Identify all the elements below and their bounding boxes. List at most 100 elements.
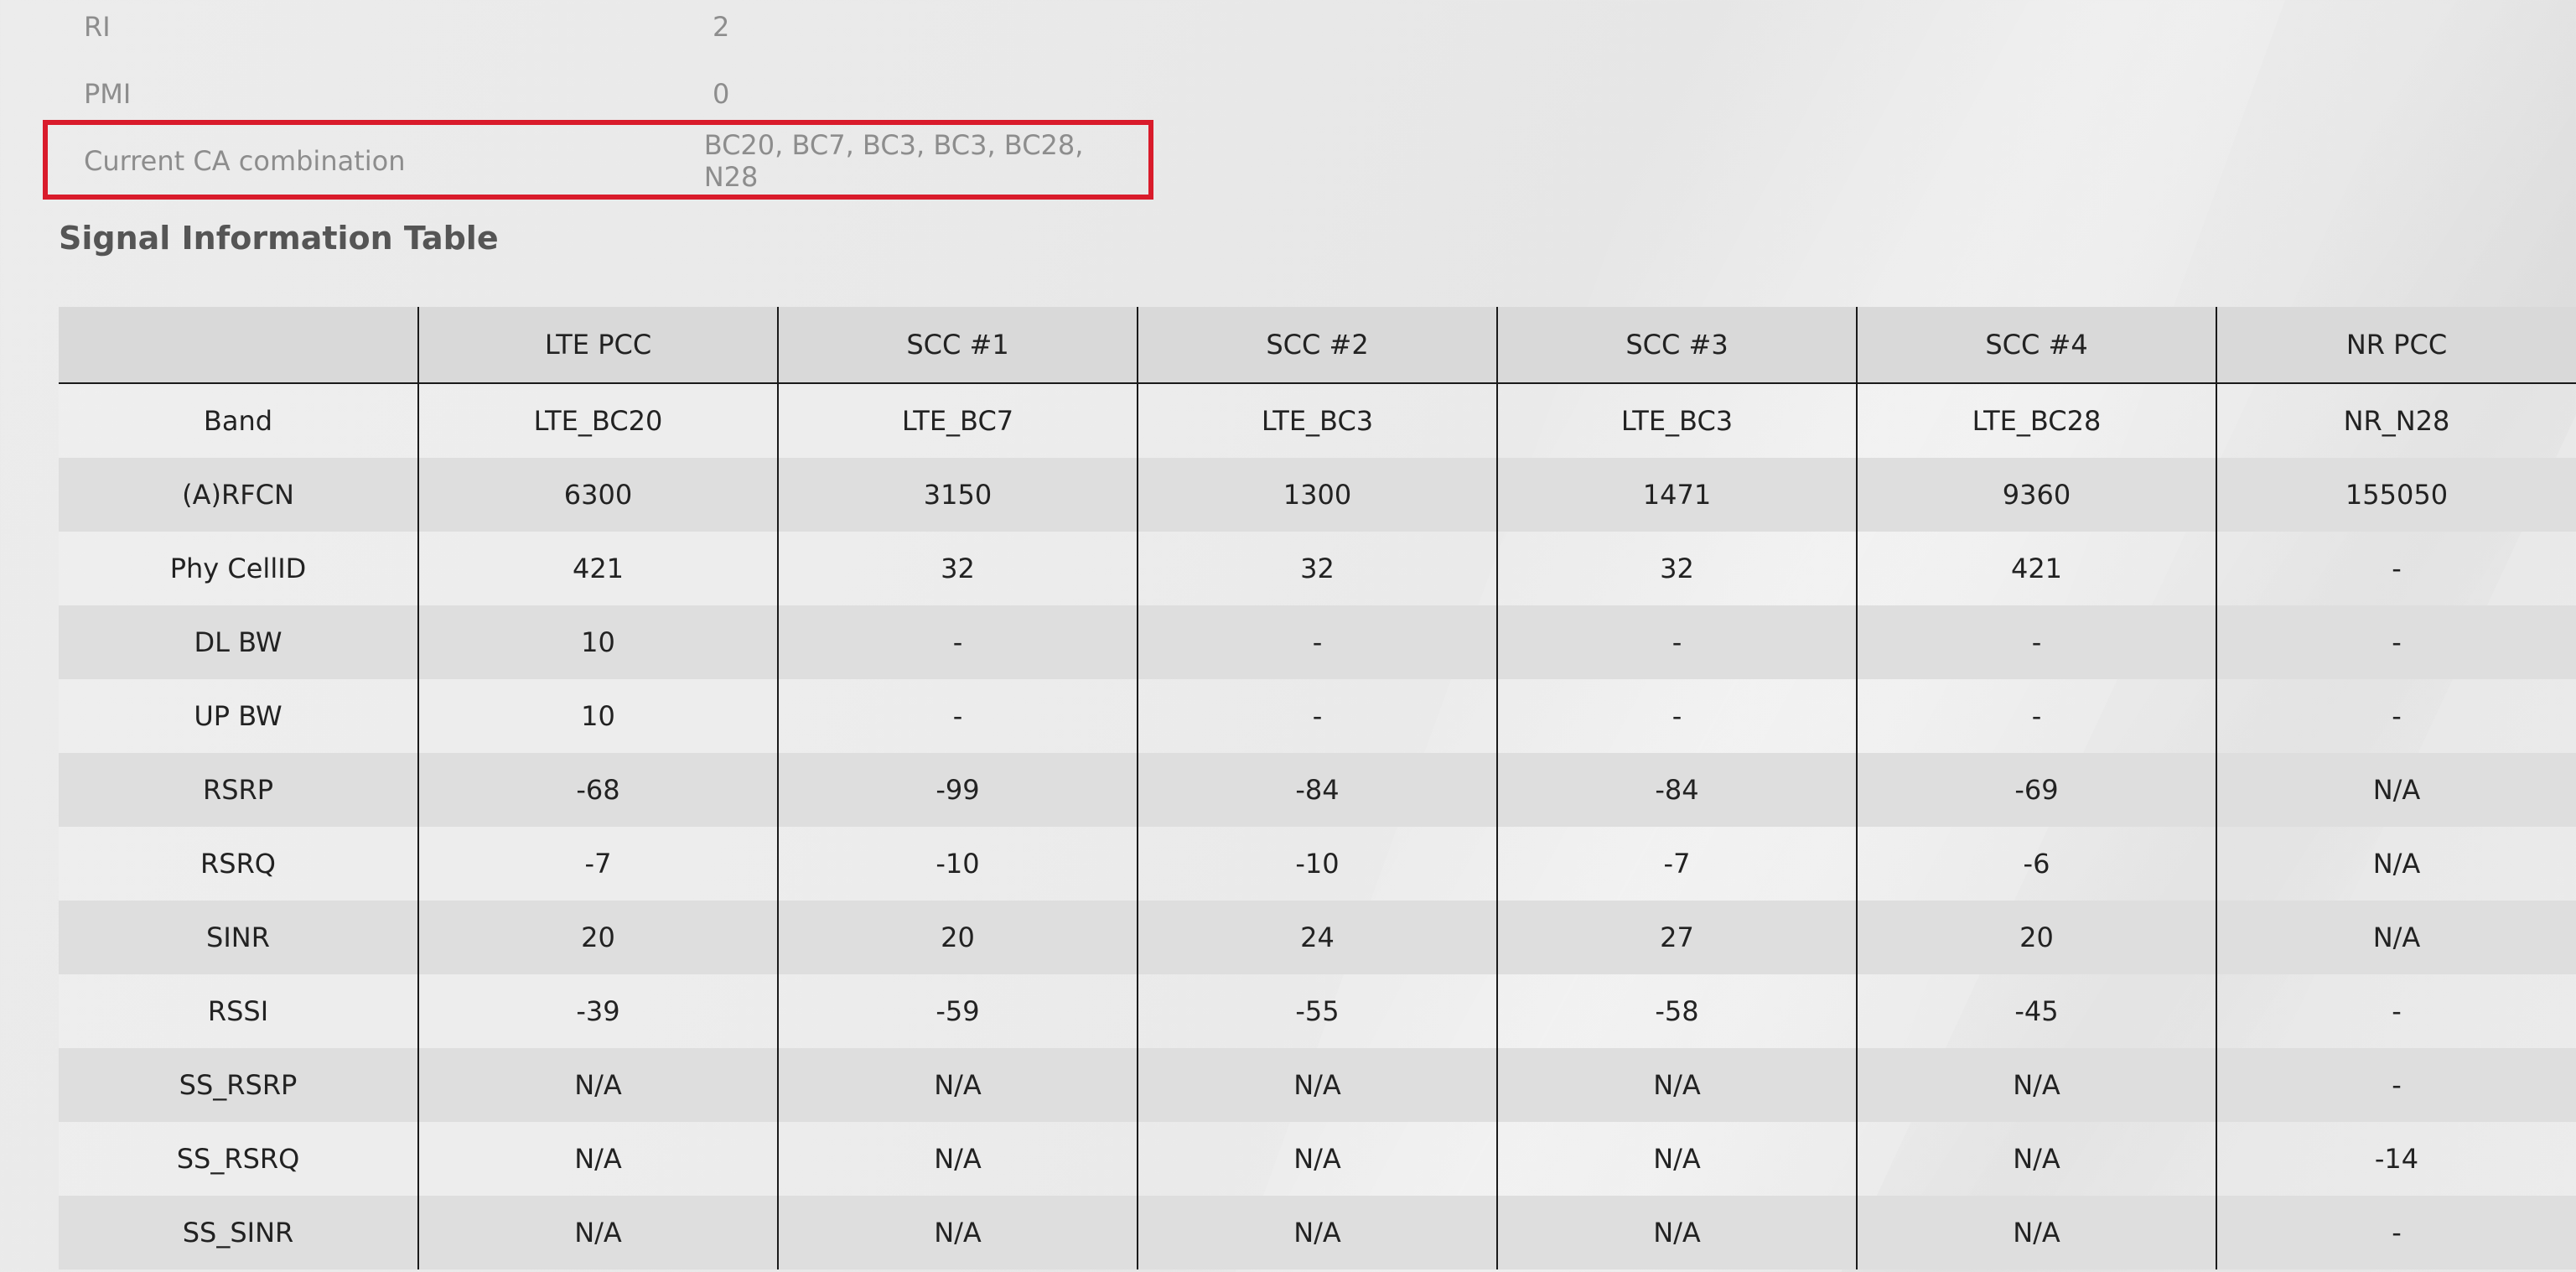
table-cell: 155050 (2216, 458, 2576, 532)
table-row: SS_SINR N/A N/A N/A N/A N/A - (59, 1196, 2576, 1269)
table-cell: - (1856, 679, 2216, 753)
table-header-row: LTE PCC SCC #1 SCC #2 SCC #3 SCC #4 NR P… (59, 307, 2576, 384)
table-row: DL BW 10- - - - - (59, 605, 2576, 679)
row-label-cell: UP BW (59, 679, 418, 753)
table-cell: -14 (2216, 1122, 2576, 1196)
table-cell: -10 (1137, 827, 1497, 901)
table-row: SINR 20 20 24 27 20 N/A (59, 901, 2576, 974)
table-cell: 1471 (1496, 458, 1857, 532)
table-header-cell: LTE PCC (417, 307, 778, 384)
table-cell: -84 (1137, 753, 1497, 827)
table-cell: - (1496, 679, 1857, 753)
table-cell: LTE_BC20 (417, 383, 778, 458)
table-cell: 20 (1856, 901, 2216, 974)
info-value: 0 (713, 78, 730, 110)
table-cell: 3150 (777, 458, 1138, 532)
table-cell: - (2216, 974, 2576, 1048)
table-cell: N/A (777, 1122, 1138, 1196)
table-cell: 9360 (1856, 458, 2216, 532)
table-cell: N/A (1856, 1048, 2216, 1122)
table-row: RSRQ -7 -10 -10 -7 -6 N/A (59, 827, 2576, 901)
table-cell: N/A (1856, 1196, 2216, 1269)
info-label: RI (84, 11, 111, 43)
info-row-ri: RI 2 (84, 0, 1140, 60)
table-cell: 32 (777, 532, 1138, 605)
row-label-cell: Band (59, 383, 418, 458)
table-cell: N/A (1496, 1122, 1857, 1196)
section-title: Signal Information Table (59, 220, 499, 257)
table-row: (A)RFCN 6300 3150 1300 1471 9360 155050 (59, 458, 2576, 532)
table-cell: N/A (1496, 1196, 1857, 1269)
table-header-cell: NR PCC (2216, 307, 2576, 384)
table-cell: N/A (1137, 1048, 1497, 1122)
info-value: 2 (713, 11, 730, 43)
table-cell: N/A (2216, 827, 2576, 901)
table-cell: 20 (777, 901, 1138, 974)
table-cell: 10 (417, 605, 778, 679)
table-header-cell (59, 307, 418, 384)
table-cell: 1300 (1137, 458, 1497, 532)
table-body: Band LTE_BC20 LTE_BC7 LTE_BC3 LTE_BC3 LTE_BC2… (59, 383, 2576, 1269)
table-cell: N/A (1856, 1122, 2216, 1196)
table-cell: 24 (1137, 901, 1497, 974)
table-cell: -10 (777, 827, 1138, 901)
table-cell: - (1856, 605, 2216, 679)
row-label-cell: SS_SINR (59, 1196, 418, 1269)
table-cell: N/A (1137, 1122, 1497, 1196)
table-cell: LTE_BC7 (777, 383, 1138, 458)
table-cell: -84 (1496, 753, 1857, 827)
table-cell: N/A (2216, 753, 2576, 827)
table-cell: N/A (777, 1048, 1138, 1122)
table-cell: -6 (1856, 827, 2216, 901)
row-label-cell: Phy CellID (59, 532, 418, 605)
info-label: PMI (84, 78, 132, 110)
table-row: SS_RSRP N/A N/A N/A N/A N/A - (59, 1048, 2576, 1122)
row-label-cell: RSRQ (59, 827, 418, 901)
table-row: UP BW 10- - - - - (59, 679, 2576, 753)
table-cell: N/A (417, 1122, 778, 1196)
table-cell: N/A (1137, 1196, 1497, 1269)
row-label-cell: DL BW (59, 605, 418, 679)
table-cell: - (2216, 679, 2576, 753)
table-cell: N/A (417, 1196, 778, 1269)
row-label-cell: SS_RSRP (59, 1048, 418, 1122)
table-cell: -58 (1496, 974, 1857, 1048)
table-cell: LTE_BC3 (1496, 383, 1857, 458)
table-row: RSSI -39 -59 -55 -58 -45- (59, 974, 2576, 1048)
table-cell: 6300 (417, 458, 778, 532)
table-cell: 421 (417, 532, 778, 605)
table-cell: - (2216, 605, 2576, 679)
table-cell: N/A (2216, 901, 2576, 974)
table-cell: - (777, 605, 1138, 679)
table-cell: -7 (1496, 827, 1857, 901)
table-header-cell: SCC #3 (1496, 307, 1857, 384)
table-header-cell: SCC #1 (777, 307, 1138, 384)
table-cell: NR_N28 (2216, 383, 2576, 458)
row-label-cell: SINR (59, 901, 418, 974)
table-cell: -69 (1856, 753, 2216, 827)
row-label-cell: RSRP (59, 753, 418, 827)
table-row: Phy CellID 421 32 32 32 421- (59, 532, 2576, 605)
table-cell: 32 (1496, 532, 1857, 605)
table-cell: 10 (417, 679, 778, 753)
table-cell: LTE_BC28 (1856, 383, 2216, 458)
row-label-cell: SS_RSRQ (59, 1122, 418, 1196)
signal-information-table: LTE PCC SCC #1 SCC #2 SCC #3 SCC #4 NR P… (59, 307, 2576, 1269)
table-cell: -59 (777, 974, 1138, 1048)
table-row: RSRP -68 -99 -84 -84 -69 N/A (59, 753, 2576, 827)
table-header-cell: SCC #4 (1856, 307, 2216, 384)
info-row-pmi: PMI 0 (84, 60, 1140, 127)
row-label-cell: RSSI (59, 974, 418, 1048)
table-cell: -45 (1856, 974, 2216, 1048)
table-cell: - (1137, 605, 1497, 679)
table-cell: - (1496, 605, 1857, 679)
table-cell: -55 (1137, 974, 1497, 1048)
highlight-box (43, 120, 1153, 200)
table-cell: - (2216, 532, 2576, 605)
table-cell: N/A (777, 1196, 1138, 1269)
table-cell: - (2216, 1196, 2576, 1269)
table-cell: - (777, 679, 1138, 753)
table-cell: - (2216, 1048, 2576, 1122)
table-cell: N/A (417, 1048, 778, 1122)
table-cell: -99 (777, 753, 1138, 827)
